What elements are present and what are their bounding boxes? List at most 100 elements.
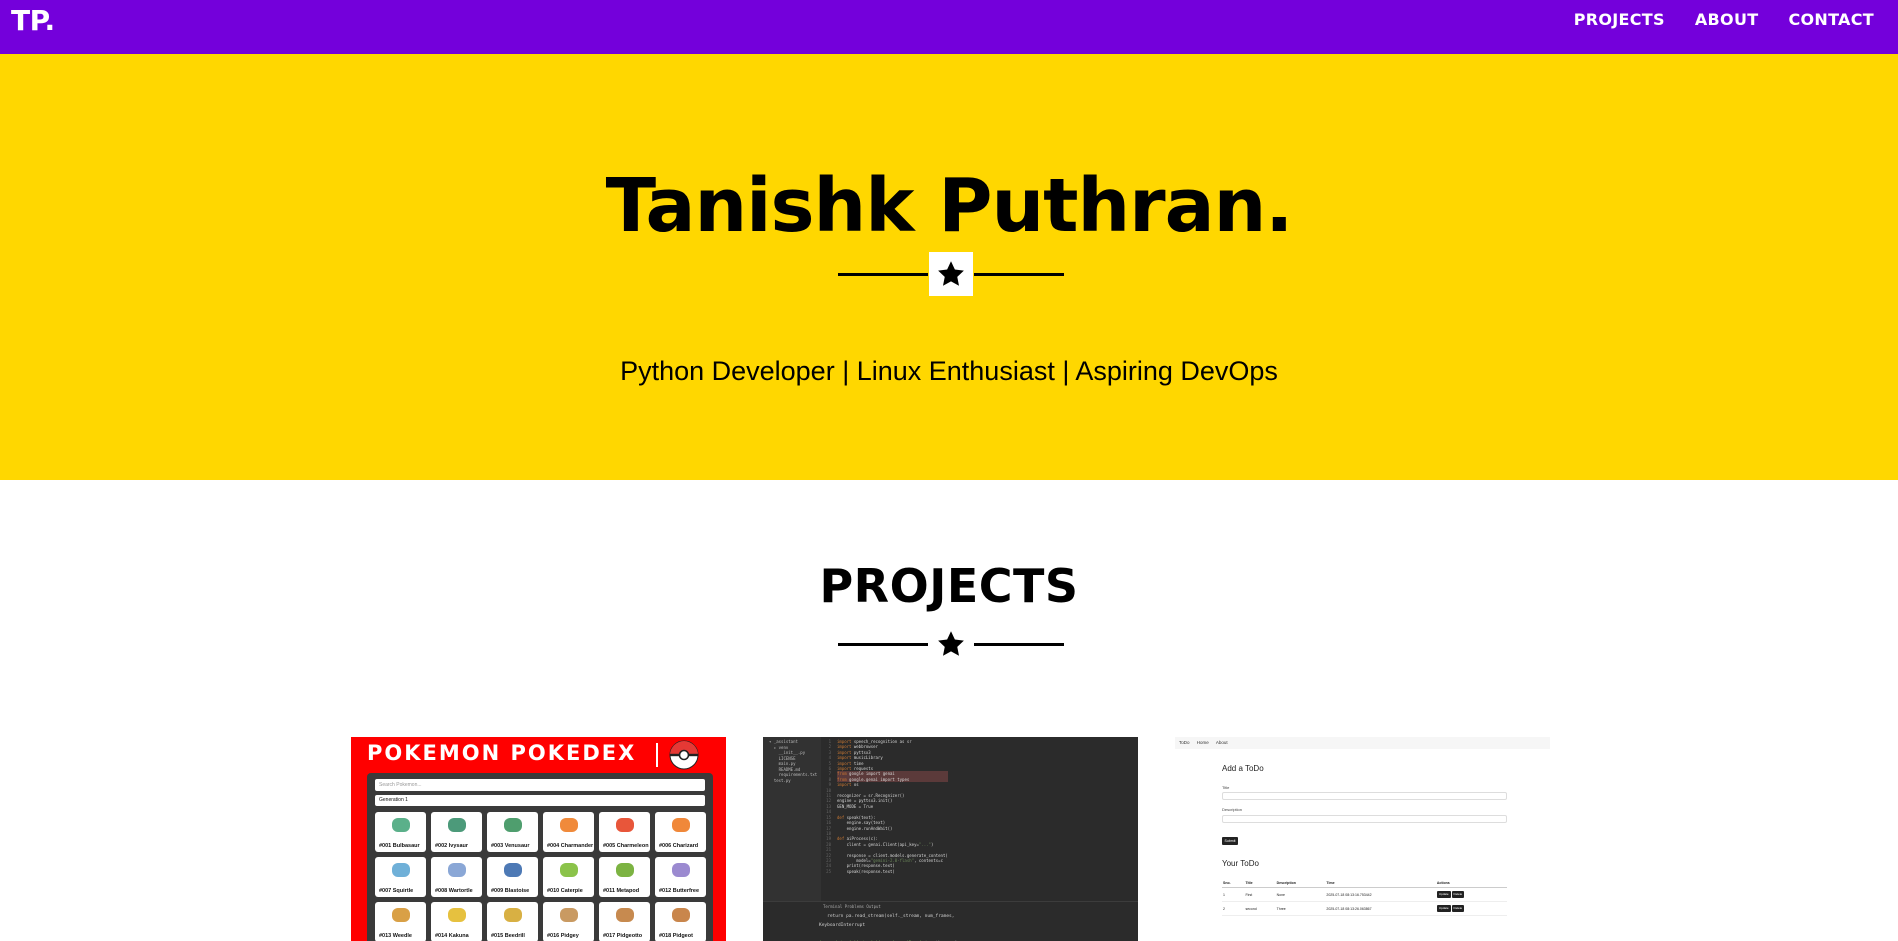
cell-sno: 2 <box>1222 901 1245 916</box>
hero-section: Tanishk Puthran. Python Developer | Linu… <box>0 54 1898 480</box>
todo-nav-brand: ToDo <box>1179 740 1190 745</box>
divider-line-right <box>974 273 1064 276</box>
todo-title-label: Title <box>1222 785 1230 790</box>
delete-button: Delete <box>1451 891 1465 898</box>
pokemon-card: #016 Pidgey <box>543 902 594 941</box>
pokemon-card: #018 Pidgeot <box>655 902 706 941</box>
todo-desc-input <box>1222 815 1507 823</box>
pokemon-sprite <box>504 863 522 877</box>
cell-description: None <box>1275 887 1326 902</box>
nav-link-about[interactable]: ABOUT <box>1695 10 1759 30</box>
pokemon-sprite <box>504 908 522 922</box>
divider-line-left <box>838 273 928 276</box>
col-sno: Sno. <box>1222 879 1245 888</box>
cell-actions: Update Delete <box>1435 887 1507 902</box>
pokemon-name: #004 Charmander <box>547 843 594 849</box>
pokemon-sprite <box>616 863 634 877</box>
pokemon-grid: #001 Bulbasaur #002 Ivysaur #003 Venusaur #… <box>375 812 709 941</box>
project-card-voice-assistant[interactable]: ▾ _assistant ▸ venv __init__.py LICENSE … <box>763 737 1138 941</box>
project-cards: POKEMON POKEDEX Search Pokemon... Genera… <box>0 737 1898 941</box>
star-icon <box>929 252 973 296</box>
nav-link-contact[interactable]: CONTACT <box>1788 10 1874 30</box>
update-button: Update <box>1436 905 1451 912</box>
pokemon-card: #006 Charizard <box>655 812 706 852</box>
terminal-tabs: Terminal Problems Output <box>823 904 881 909</box>
editor-file-tree: ▾ _assistant ▸ venv __init__.py LICENSE … <box>763 737 821 901</box>
cell-title: second <box>1244 901 1276 916</box>
cell-sno: 1 <box>1222 887 1245 902</box>
pokedex-panel: Search Pokemon... Generation 1 #001 Bulb… <box>367 773 713 941</box>
project-card-todo[interactable]: ToDo Home About Add a ToDo Title Descrip… <box>1175 737 1550 941</box>
pokemon-name: #017 Pidgeotto <box>603 933 643 939</box>
pokemon-card: #003 Venusaur <box>487 812 538 852</box>
code-view: import speech_recognition as sr import we… <box>837 739 948 874</box>
nav-link-projects[interactable]: PROJECTS <box>1574 10 1665 30</box>
projects-heading: PROJECTS <box>819 559 1079 613</box>
nav-links: PROJECTS ABOUT CONTACT <box>1574 10 1874 30</box>
pokemon-sprite <box>616 908 634 922</box>
pokedex-title-separator <box>656 743 658 767</box>
pokemon-name: #007 Squirtle <box>379 888 414 894</box>
pokemon-sprite <box>392 818 410 832</box>
pokemon-card: #005 Charmeleon <box>599 812 650 852</box>
cell-time: 2025-07-18 08:13:26.063867 <box>1325 901 1436 916</box>
star-icon <box>929 622 973 666</box>
pokemon-name: #011 Metapod <box>603 888 640 894</box>
pokeball-icon <box>669 740 699 770</box>
table-row: 1 First None 2025-07-18 08:13:16.753442 … <box>1222 887 1507 902</box>
pokemon-sprite <box>560 908 578 922</box>
terminal-line: return pa.read_stream(self._stream, num_… <box>819 914 955 919</box>
pokemon-card: #004 Charmander <box>543 812 594 852</box>
pokemon-sprite <box>672 908 690 922</box>
pokemon-sprite <box>448 908 466 922</box>
hero-tagline: Python Developer | Linux Enthusiast | As… <box>620 356 1278 386</box>
todo-title-input <box>1222 792 1507 800</box>
pokemon-name: #018 Pidgeot <box>659 933 693 939</box>
project-card-pokedex[interactable]: POKEMON POKEDEX Search Pokemon... Genera… <box>351 737 726 941</box>
pokedex-title: POKEMON POKEDEX <box>367 741 637 765</box>
hero-divider <box>838 252 1064 296</box>
table-row: 2 second Three 2025-07-18 08:13:26.06386… <box>1222 901 1507 916</box>
hero-name: Tanishk Puthran. <box>605 163 1294 249</box>
todo-add-heading: Add a ToDo <box>1222 764 1264 773</box>
pokemon-name: #013 Weedle <box>379 933 412 939</box>
pokemon-sprite <box>672 818 690 832</box>
brand-logo[interactable]: TP. <box>11 4 55 38</box>
pokemon-sprite <box>392 863 410 877</box>
pokemon-card: #002 Ivysaur <box>431 812 482 852</box>
col-actions: Actions <box>1435 879 1507 888</box>
col-title: Title <box>1244 879 1276 888</box>
pokemon-name: #003 Venusaur <box>491 843 530 849</box>
projects-divider <box>838 622 1064 666</box>
pokemon-name: #002 Ivysaur <box>435 843 469 849</box>
delete-button: Delete <box>1451 905 1465 912</box>
divider-line-right <box>974 643 1064 646</box>
pokemon-sprite <box>616 818 634 832</box>
pokedex-search-input[interactable]: Search Pokemon... <box>375 779 705 791</box>
todo-table-header: Sno. Title Description Time Actions <box>1222 879 1507 888</box>
cell-time: 2025-07-18 08:13:16.753442 <box>1325 887 1436 902</box>
pokemon-name: #005 Charmeleon <box>603 843 649 849</box>
pokemon-name: #015 Beedrill <box>491 933 525 939</box>
divider-line-left <box>838 643 928 646</box>
pokemon-name: #008 Wartortle <box>435 888 473 894</box>
code-line: client = genai.Client(api_key="...") <box>837 841 934 847</box>
todo-navbar: ToDo Home About <box>1175 737 1550 749</box>
pokemon-sprite <box>448 863 466 877</box>
pokemon-card: #012 Butterfree <box>655 857 706 897</box>
pokemon-card: #010 Caterpie <box>543 857 594 897</box>
todo-submit-button: Submit <box>1222 837 1238 845</box>
pokemon-sprite <box>560 818 578 832</box>
todo-nav-home: Home <box>1196 740 1209 745</box>
pokemon-card: #011 Metapod <box>599 857 650 897</box>
generation-select[interactable]: Generation 1 <box>375 795 705 806</box>
pokemon-sprite <box>560 863 578 877</box>
pokemon-card: #008 Wartortle <box>431 857 482 897</box>
file-tree-list: ▾ _assistant ▸ venv __init__.py LICENSE … <box>769 739 818 783</box>
pokemon-name: #001 Bulbasaur <box>379 843 420 849</box>
pokemon-card: #015 Beedrill <box>487 902 538 941</box>
pokemon-name: #006 Charizard <box>659 843 699 849</box>
col-description: Description <box>1275 879 1326 888</box>
line-number-gutter: 1 2 3 4 5 6 7 8 9 10 11 12 13 14 15 16 1… <box>826 739 831 874</box>
todo-list-heading: Your ToDo <box>1222 859 1259 868</box>
